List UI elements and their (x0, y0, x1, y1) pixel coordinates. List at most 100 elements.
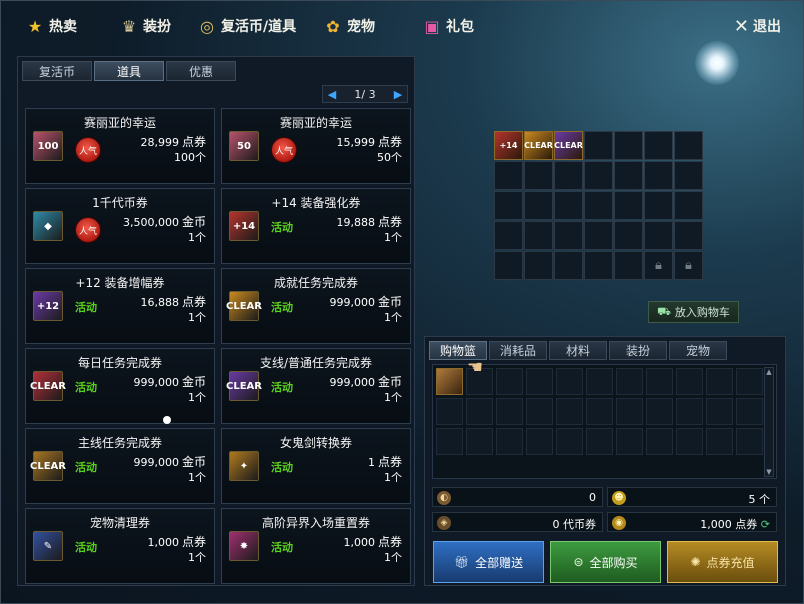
inventory-slot[interactable] (524, 161, 553, 190)
inventory-slot[interactable] (494, 221, 523, 250)
item-thumbnail[interactable]: +14 (229, 211, 259, 241)
basket-slot[interactable] (586, 398, 613, 425)
inventory-slot[interactable] (674, 131, 703, 160)
inventory-slot[interactable] (584, 191, 613, 220)
basket-slot[interactable] (436, 428, 463, 455)
basket-slot[interactable] (616, 368, 643, 395)
inventory-slot[interactable] (674, 161, 703, 190)
item-thumbnail[interactable]: CLEAR (30, 451, 66, 481)
inventory-slot[interactable] (554, 161, 583, 190)
nav-gift[interactable]: ▣ 礼包 (422, 13, 474, 39)
item-thumbnail[interactable]: ✦ (229, 451, 259, 481)
item-card[interactable]: 每日任务完成券 CLEAR 活动 999,000 金币 1个 (25, 348, 215, 424)
item-card[interactable]: 1千代币券 ◆ 人气 3,500,000 金币 1个 (25, 188, 215, 264)
recharge-button[interactable]: ✺ 点券充值 (667, 541, 778, 583)
tab-revive-coin[interactable]: 复活币 (22, 61, 92, 81)
basket-slot[interactable] (646, 368, 673, 395)
inventory-slot[interactable] (674, 191, 703, 220)
inventory-slot[interactable] (494, 191, 523, 220)
basket-slot[interactable] (586, 368, 613, 395)
inventory-slot[interactable] (614, 221, 643, 250)
item-card[interactable]: 支线/普通任务完成券 CLEAR 活动 999,000 金币 1个 (221, 348, 411, 424)
inventory-slot[interactable] (584, 131, 613, 160)
basket-slot[interactable] (526, 428, 553, 455)
item-thumbnail[interactable]: ✎ (33, 531, 63, 561)
buy-all-button[interactable]: ⊜ 全部购买 (550, 541, 661, 583)
inventory-slot[interactable] (644, 131, 673, 160)
inventory-slot[interactable] (584, 221, 613, 250)
basket-slot[interactable] (496, 428, 523, 455)
inventory-slot[interactable] (614, 251, 643, 280)
scroll-up-icon[interactable]: ▲ (765, 368, 773, 376)
inventory-item[interactable]: +14 (494, 131, 523, 160)
inventory-slot[interactable] (584, 251, 613, 280)
inventory-item[interactable]: CLEAR (524, 131, 553, 160)
prev-page-icon[interactable]: ◀ (326, 88, 338, 101)
basket-slot[interactable] (736, 428, 763, 455)
basket-slot[interactable] (586, 428, 613, 455)
item-thumbnail[interactable]: ◆ (33, 211, 63, 241)
basket-slot[interactable] (736, 398, 763, 425)
inventory-slot[interactable] (614, 191, 643, 220)
basket-slot[interactable] (616, 428, 643, 455)
item-card[interactable]: 主线任务完成券 CLEAR 活动 999,000 金币 1个 (25, 428, 215, 504)
inventory-slot[interactable] (584, 161, 613, 190)
item-card[interactable]: 高阶异界入场重置券 ✸ 活动 1,000 点券 1个 (221, 508, 411, 584)
item-card[interactable]: +12 装备增幅券 +12 活动 16,888 点券 1个 (25, 268, 215, 344)
basket-slot[interactable] (646, 398, 673, 425)
basket-slot[interactable] (676, 398, 703, 425)
item-thumbnail[interactable]: ✸ (229, 531, 259, 561)
basket-slot[interactable] (556, 428, 583, 455)
refresh-icon[interactable]: ⟳ (761, 518, 770, 531)
nav-outfit[interactable]: ♛ 装扮 (119, 13, 171, 39)
inventory-slot[interactable] (554, 221, 583, 250)
item-thumbnail[interactable]: +12 (33, 291, 63, 321)
basket-item[interactable] (436, 368, 463, 395)
inventory-slot[interactable] (644, 161, 673, 190)
inventory-slot[interactable] (524, 251, 553, 280)
item-thumbnail[interactable]: CLEAR (226, 371, 262, 401)
tab-discount[interactable]: 优惠 (166, 61, 236, 81)
basket-slot[interactable] (736, 368, 763, 395)
gift-all-button[interactable]: 🎁︎ 全部赠送 (433, 541, 544, 583)
basket-slot[interactable] (616, 398, 643, 425)
item-card[interactable]: +14 装备强化券 +14 活动 19,888 点券 1个 (221, 188, 411, 264)
item-card[interactable]: 赛丽亚的幸运 50 人气 15,999 点券 50个 (221, 108, 411, 184)
item-card[interactable]: 女鬼剑转换券 ✦ 活动 1 点券 1个 (221, 428, 411, 504)
inventory-slot[interactable] (524, 221, 553, 250)
basket-slot[interactable] (526, 368, 553, 395)
inventory-slot[interactable] (644, 221, 673, 250)
basket-slot[interactable] (496, 398, 523, 425)
basket-slot[interactable] (646, 428, 673, 455)
item-card[interactable]: 宠物清理券 ✎ 活动 1,000 点券 1个 (25, 508, 215, 584)
inventory-slot[interactable] (554, 251, 583, 280)
item-card[interactable]: 赛丽亚的幸运 100 人气 28,999 点券 100个 (25, 108, 215, 184)
add-to-cart-button[interactable]: ⛟ 放入购物车 (648, 301, 739, 323)
inventory-slot[interactable] (494, 251, 523, 280)
nav-pet[interactable]: ✿ 宠物 (323, 13, 375, 39)
item-thumbnail[interactable]: CLEAR (226, 291, 262, 321)
tab-items[interactable]: 道具 (94, 61, 164, 81)
basket-slot[interactable] (706, 428, 733, 455)
next-page-icon[interactable]: ▶ (392, 88, 404, 101)
inventory-slot[interactable] (614, 131, 643, 160)
basket-slot[interactable] (526, 398, 553, 425)
inventory-item[interactable]: CLEAR (554, 131, 583, 160)
inventory-slot[interactable] (524, 191, 553, 220)
item-thumbnail[interactable]: 50 (229, 131, 259, 161)
scroll-down-icon[interactable]: ▼ (765, 468, 773, 476)
item-thumbnail[interactable]: CLEAR (30, 371, 66, 401)
basket-scrollbar[interactable]: ▲ ▼ (764, 367, 774, 477)
basket-slot[interactable] (676, 368, 703, 395)
inventory-slot[interactable] (494, 161, 523, 190)
inventory-slot[interactable] (644, 191, 673, 220)
basket-slot[interactable] (706, 398, 733, 425)
item-thumbnail[interactable]: 100 (33, 131, 63, 161)
inventory-slot[interactable] (614, 161, 643, 190)
inventory-slot[interactable] (674, 221, 703, 250)
exit-button[interactable]: ✕ 退出 (734, 13, 781, 39)
basket-slot[interactable] (436, 398, 463, 425)
nav-hot[interactable]: ★ 热卖 (25, 13, 77, 39)
basket-slot[interactable] (556, 398, 583, 425)
tab-outfit[interactable]: 装扮 (609, 341, 667, 360)
